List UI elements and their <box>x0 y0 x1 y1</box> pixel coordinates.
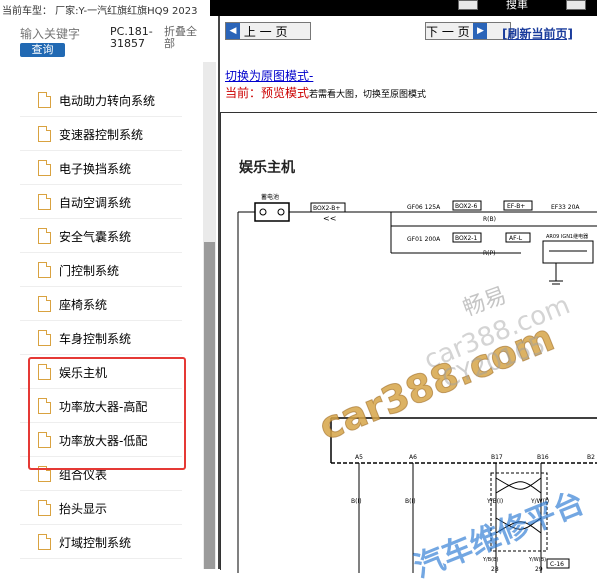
battery-terminal <box>277 208 285 216</box>
connector-symbol: << <box>323 214 336 223</box>
mode-status: 当前：预览模式若需看大图，切换至原图模式 <box>225 84 426 101</box>
wire-b1: B(I) <box>351 498 362 505</box>
wiring-diagram: 蓄电池 BOX2-B+ << GF06 125A BOX2-6 R(B) EF-… <box>237 193 597 573</box>
box6-label: BOX2-6 <box>455 203 477 210</box>
tree-item[interactable]: 电动助力转向系统 <box>20 83 182 117</box>
pin-b17: B17 <box>491 454 503 461</box>
diagram-title: 娱乐主机 <box>239 160 295 176</box>
tree-item[interactable]: 门控制系统 <box>20 253 182 287</box>
wire-yb1: Y/B(I) <box>486 498 503 505</box>
search-input[interactable] <box>20 26 102 42</box>
pin-b16: B16 <box>537 454 549 461</box>
top-right-label[interactable]: 搜車 <box>506 0 528 12</box>
arrow-right-icon: ▶ <box>473 23 488 39</box>
tree-item-label: 抬头显示 <box>59 502 108 516</box>
current-car-label: 当前车型： 厂家:Y-一汽红旗红旗HQ9 2023 <box>2 6 198 17</box>
search-button[interactable]: 查询 <box>20 43 65 57</box>
wire-yb2: Y/B(B) <box>482 557 499 563</box>
tree-item[interactable]: 电子换挡系统 <box>20 151 182 185</box>
sidebar: 查询 PC.181-31857 折叠全部 电动助力转向系统变速器控制系统电子换挡… <box>0 16 218 569</box>
scrollbar-thumb[interactable] <box>204 242 215 569</box>
search-row: 查询 PC.181-31857 折叠全部 <box>0 16 218 62</box>
document-icon <box>38 330 51 346</box>
c16-label: C-16 <box>550 561 564 568</box>
tree-item-label: 电子换挡系统 <box>59 162 132 176</box>
window-icon[interactable] <box>458 0 478 10</box>
wire-yw2: Y/W(B) <box>528 557 546 563</box>
page-nav: ◀ 上 一 页 下 一 页 ▶ [刷新当前页] <box>220 16 597 46</box>
document-icon <box>38 160 51 176</box>
window-icon-2[interactable] <box>566 0 586 10</box>
tree-item-label: 车身控制系统 <box>59 332 132 346</box>
pin-a5: A5 <box>355 454 363 461</box>
next-page-button[interactable]: 下 一 页 ▶ <box>425 22 511 40</box>
document-icon <box>38 296 51 312</box>
document-icon <box>38 194 51 210</box>
doc-code: PC.181-31857 <box>110 25 153 50</box>
box1-label: BOX2-1 <box>455 235 477 242</box>
ef33-label: EF33 20A <box>551 204 580 211</box>
battery-label: 蓄电池 <box>261 193 279 201</box>
document-icon <box>38 126 51 142</box>
tree-item[interactable]: 车身控制系统 <box>20 321 182 355</box>
fuse2-label: GF01 200A <box>407 236 441 243</box>
tree-item[interactable]: 自动空调系统 <box>20 185 182 219</box>
tree-item-label: 电动助力转向系统 <box>59 94 156 108</box>
wire1-label: R(B) <box>483 216 496 223</box>
box-b-label: BOX2-B+ <box>313 205 340 212</box>
current-label: 当前： <box>225 86 262 100</box>
ar09-label: AR09 IGN1继电器 <box>546 233 588 240</box>
relay-box <box>542 240 594 264</box>
pin-b2: B2 <box>587 454 595 461</box>
tree-item[interactable]: 变速器控制系统 <box>20 117 182 151</box>
diagram-frame: 娱乐主机 蓄电池 BOX2-B+ << GF06 125A BOX2-6 R(B… <box>220 112 597 573</box>
tree-item[interactable]: 安全气囊系统 <box>20 219 182 253</box>
efb-label: EF-B+ <box>507 203 525 210</box>
next-label: 下 一 页 <box>426 25 470 39</box>
tree-item-label: 门控制系统 <box>59 264 120 278</box>
prev-page-button[interactable]: ◀ 上 一 页 <box>225 22 311 40</box>
document-icon <box>38 500 51 516</box>
document-icon <box>38 92 51 108</box>
tree-item-label: 安全气囊系统 <box>59 230 132 244</box>
tree-item-label: 灯域控制系统 <box>59 536 132 550</box>
tree-list: 电动助力转向系统 变速器控制系统 电子换挡系统 自动空调系统 安全气囊系统 门控制系统座椅… <box>0 62 202 569</box>
switch-mode-link[interactable]: 切换为原图模式- <box>225 67 313 84</box>
tree-item-label: 自动空调系统 <box>59 196 132 210</box>
document-icon <box>38 228 51 244</box>
tree-item[interactable]: 座椅系统 <box>20 287 182 321</box>
refresh-link[interactable]: [刷新当前页] <box>502 25 573 42</box>
fuse1-label: GF06 125A <box>407 204 441 211</box>
wire2-label: R(P) <box>483 250 495 257</box>
wire-b2: B(I) <box>405 498 416 505</box>
prev-label: 上 一 页 <box>243 25 288 39</box>
pin-29: 29 <box>535 566 543 573</box>
collapse-all-button[interactable]: 折叠全部 <box>164 26 204 50</box>
sidebar-scrollbar[interactable] <box>203 62 216 569</box>
arrow-left-icon: ◀ <box>226 23 240 39</box>
tree-item[interactable]: 抬头显示 <box>20 491 182 525</box>
preview-hint: 若需看大图，切换至原图模式 <box>309 90 427 100</box>
battery-terminal <box>259 208 267 216</box>
wire-yw1: Y/W(I) <box>530 498 549 505</box>
top-bar: 当前车型： 厂家:Y-一汽红旗红旗HQ9 2023 搜車 <box>0 0 597 17</box>
pin-28: 28 <box>491 566 499 573</box>
pin-a6: A6 <box>409 454 417 461</box>
afl-label: AF-L <box>509 235 523 242</box>
shield-box <box>490 472 548 552</box>
highlight-box <box>28 357 186 470</box>
document-icon <box>38 534 51 550</box>
document-icon <box>38 262 51 278</box>
twisted-pair <box>495 477 542 534</box>
viewer-panel: ◀ 上 一 页 下 一 页 ▶ [刷新当前页] 切换为原图模式- 当前：预览模式… <box>218 16 597 573</box>
tree-item-label: 座椅系统 <box>59 298 108 312</box>
preview-mode-label: 预览模式 <box>261 86 310 100</box>
tree-item[interactable]: 灯域控制系统 <box>20 525 182 559</box>
toolbar-strip <box>210 0 597 16</box>
tree-item-label: 变速器控制系统 <box>59 128 144 142</box>
